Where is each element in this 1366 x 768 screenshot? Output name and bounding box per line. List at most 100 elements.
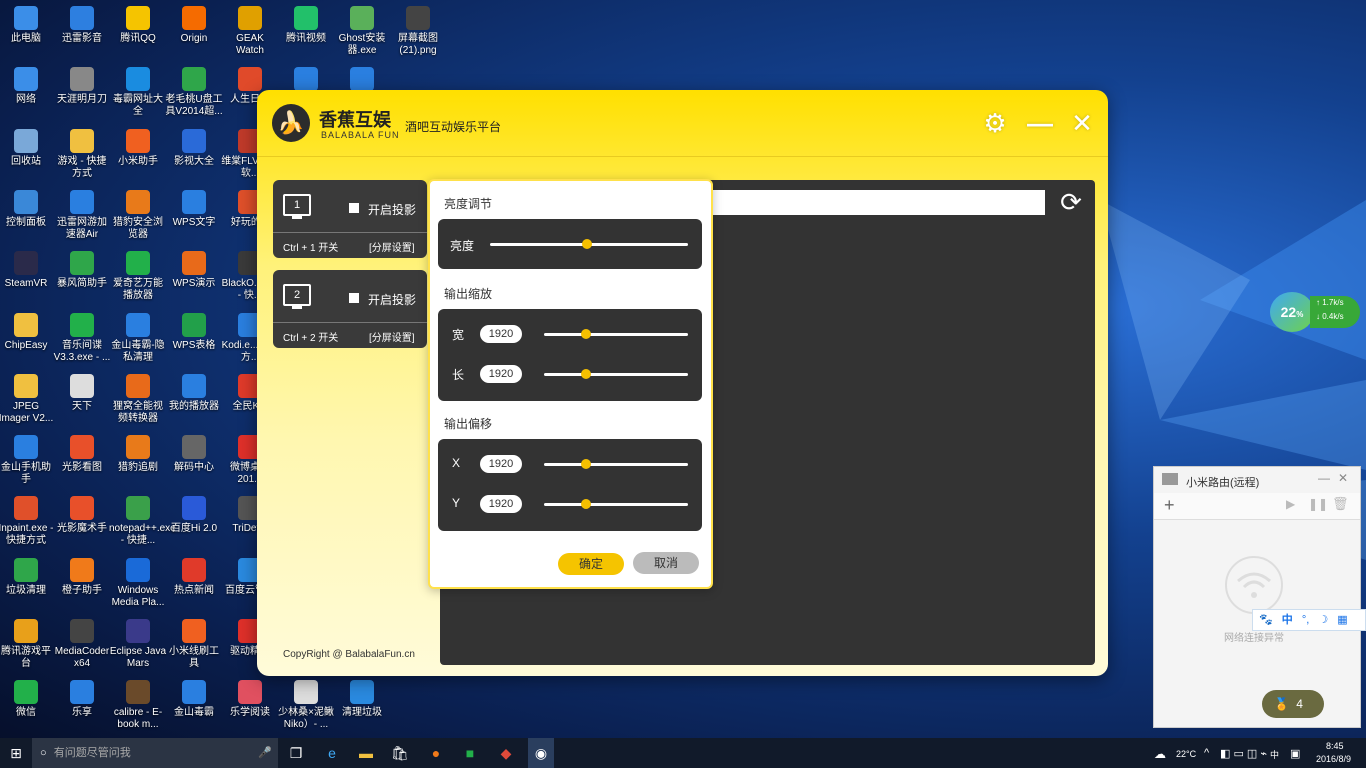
microphone-icon[interactable]: 🎤	[258, 738, 272, 768]
desktop-icon[interactable]: 解码中心	[165, 435, 223, 474]
x-slider[interactable]	[544, 459, 688, 469]
refresh-icon[interactable]: ⟳	[1056, 187, 1086, 217]
y-value-field[interactable]: 1920	[480, 495, 522, 513]
cancel-button[interactable]: 取消	[633, 552, 699, 574]
brightness-slider[interactable]	[490, 239, 688, 249]
width-slider[interactable]	[544, 329, 688, 339]
width-value-field[interactable]: 1920	[480, 325, 522, 343]
x-slider-knob[interactable]	[580, 459, 591, 469]
desktop-icon[interactable]: calibre - E-book m...	[109, 680, 167, 731]
desktop-icon[interactable]: 光影魔术手	[53, 496, 111, 535]
play-icon[interactable]: ▶	[1286, 497, 1295, 511]
split-settings-link[interactable]: [分屏设置]	[369, 239, 415, 254]
ime-language[interactable]: 中	[1282, 614, 1293, 626]
desktop-icon[interactable]: 天涯明月刀	[53, 67, 111, 106]
minimize-button[interactable]: —	[1025, 108, 1055, 138]
desktop-icon[interactable]: 迅雷影音	[53, 6, 111, 45]
desktop-icon[interactable]: 影视大全	[165, 128, 223, 168]
desktop-icon[interactable]: WPS表格	[165, 312, 223, 352]
trash-icon[interactable]: 🗑	[1332, 496, 1349, 512]
y-slider-knob[interactable]	[580, 499, 591, 509]
desktop-icon[interactable]: 爱奇艺万能播放器	[109, 251, 167, 302]
tray-app-icons[interactable]: ◧ ▭ ◫ ⌁	[1220, 747, 1267, 760]
projection-label[interactable]: 开启投影	[368, 291, 416, 308]
cortana-search-box[interactable]: ○ 有问题尽管问我 🎤	[32, 738, 278, 768]
store-icon[interactable]: 🛍	[388, 738, 412, 768]
desktop-icon[interactable]: 我的播放器	[165, 373, 223, 413]
network-speed-widget[interactable]: 22% ↑ 1.7k/s ↓ 0.4k/s	[1270, 292, 1362, 332]
split-settings-link[interactable]: [分屏设置]	[369, 329, 415, 344]
desktop-icon[interactable]: 屏幕截图(21).png	[389, 6, 447, 57]
desktop-icon[interactable]: 控制面板	[0, 189, 55, 229]
brightness-slider-knob[interactable]	[582, 239, 593, 249]
desktop-icon[interactable]: Windows Media Pla...	[109, 557, 167, 609]
x-value-field[interactable]: 1920	[480, 455, 522, 473]
desktop-icon[interactable]: 乐学阅读	[221, 680, 279, 719]
weather-temp[interactable]: 22°C	[1176, 749, 1196, 759]
desktop-icon[interactable]: Origin	[165, 6, 223, 45]
desktop-icon[interactable]: 清理垃圾	[333, 680, 391, 719]
desktop-icon[interactable]: 腾讯QQ	[109, 6, 167, 45]
projection-label[interactable]: 开启投影	[368, 201, 416, 218]
desktop-icon[interactable]: 回收站	[0, 128, 55, 168]
tray-chevron-icon[interactable]: ^	[1204, 747, 1209, 759]
tray-ime-lang[interactable]: 中	[1270, 748, 1279, 761]
desktop-icon[interactable]: Inpaint.exe - 快捷方式	[0, 496, 55, 547]
paw-icon[interactable]: 🐾	[1259, 614, 1273, 626]
desktop-icon[interactable]: Ghost安装器.exe	[333, 6, 391, 57]
confirm-button[interactable]: 确定	[558, 553, 624, 575]
desktop-icon[interactable]: 乐享	[53, 680, 111, 719]
medal-badge[interactable]: 🏅 4	[1262, 690, 1324, 718]
desktop-icon[interactable]: 网络	[0, 67, 55, 106]
desktop-icon[interactable]: 金山毒霸-隐私清理	[109, 312, 167, 364]
task-view-icon[interactable]: ❐	[284, 738, 308, 768]
desktop-icon[interactable]: 热点新闻	[165, 557, 223, 597]
settings-gear-icon[interactable]: ⚙	[980, 108, 1010, 138]
desktop-icon[interactable]: 音乐间谍V3.3.exe - ...	[53, 312, 111, 364]
desktop-icon[interactable]: 百度Hi 2.0	[165, 496, 223, 535]
projection-checkbox[interactable]	[349, 293, 359, 303]
clock-time[interactable]: 8:45	[1326, 741, 1344, 751]
ime-toolbar[interactable]: 🐾 中 °, ☽ ▦	[1252, 609, 1366, 631]
desktop-icon[interactable]: 橙子助手	[53, 557, 111, 597]
desktop-icon[interactable]: 天下	[53, 373, 111, 413]
desktop-icon[interactable]: WPS文字	[165, 189, 223, 229]
desktop-icon[interactable]: 此电脑	[0, 6, 55, 45]
desktop-icon[interactable]: 腾讯游戏平台	[0, 619, 55, 670]
desktop-icon[interactable]: Eclipse Java Mars	[109, 619, 167, 670]
height-value-field[interactable]: 1920	[480, 365, 522, 383]
desktop-icon[interactable]: ChipEasy	[0, 312, 55, 352]
width-slider-knob[interactable]	[580, 329, 591, 339]
desktop-icon[interactable]: 小米助手	[109, 128, 167, 168]
weather-cloud-icon[interactable]: ☁	[1154, 747, 1166, 761]
load-ball[interactable]: 22%	[1270, 292, 1314, 332]
desktop-icon[interactable]: 老毛桃U盘工具V2014超...	[165, 67, 223, 118]
red-app-icon[interactable]: ◆	[494, 738, 518, 768]
desktop-icon[interactable]: 狸窝全能视频转换器	[109, 373, 167, 425]
close-button[interactable]: ✕	[1067, 108, 1097, 138]
height-slider-knob[interactable]	[580, 369, 591, 379]
desktop-icon[interactable]: 金山毒霸	[165, 680, 223, 719]
desktop-icon[interactable]: 腾讯视频	[277, 6, 335, 45]
desktop-icon[interactable]: SteamVR	[0, 251, 55, 290]
desktop-icon[interactable]: 暴风简助手	[53, 251, 111, 290]
notification-icon[interactable]: ▣	[1290, 747, 1300, 760]
desktop-icon[interactable]: WPS演示	[165, 251, 223, 290]
grid-icon[interactable]: ▦	[1337, 614, 1347, 626]
desktop-icon[interactable]: 垃圾清理	[0, 557, 55, 597]
y-slider[interactable]	[544, 499, 688, 509]
desktop-icon[interactable]: 金山手机助手	[0, 435, 55, 486]
desktop-icon[interactable]: 猎豹安全浏览器	[109, 189, 167, 241]
desktop-icon[interactable]: notepad++.exe - 快捷...	[109, 496, 176, 547]
desktop-icon[interactable]: 小米线刷工具	[165, 619, 223, 670]
desktop-icon[interactable]: GEAK Watch	[221, 6, 279, 57]
punctuation-icon[interactable]: °,	[1302, 614, 1309, 626]
file-explorer-icon[interactable]: ▬	[354, 738, 378, 768]
desktop-icon[interactable]: JPEG Imager V2...	[0, 373, 55, 425]
desktop-icon[interactable]: 毒霸网址大全	[109, 67, 167, 118]
desktop-icon[interactable]: 少林桑×泥鳅Niko）- ...	[277, 680, 335, 731]
moon-icon[interactable]: ☽	[1318, 614, 1328, 626]
desktop-icon[interactable]: 游戏 - 快捷方式	[53, 128, 111, 180]
green-app-icon[interactable]: ■	[458, 738, 482, 768]
desktop-icon[interactable]: MediaCoder x64	[53, 619, 111, 670]
